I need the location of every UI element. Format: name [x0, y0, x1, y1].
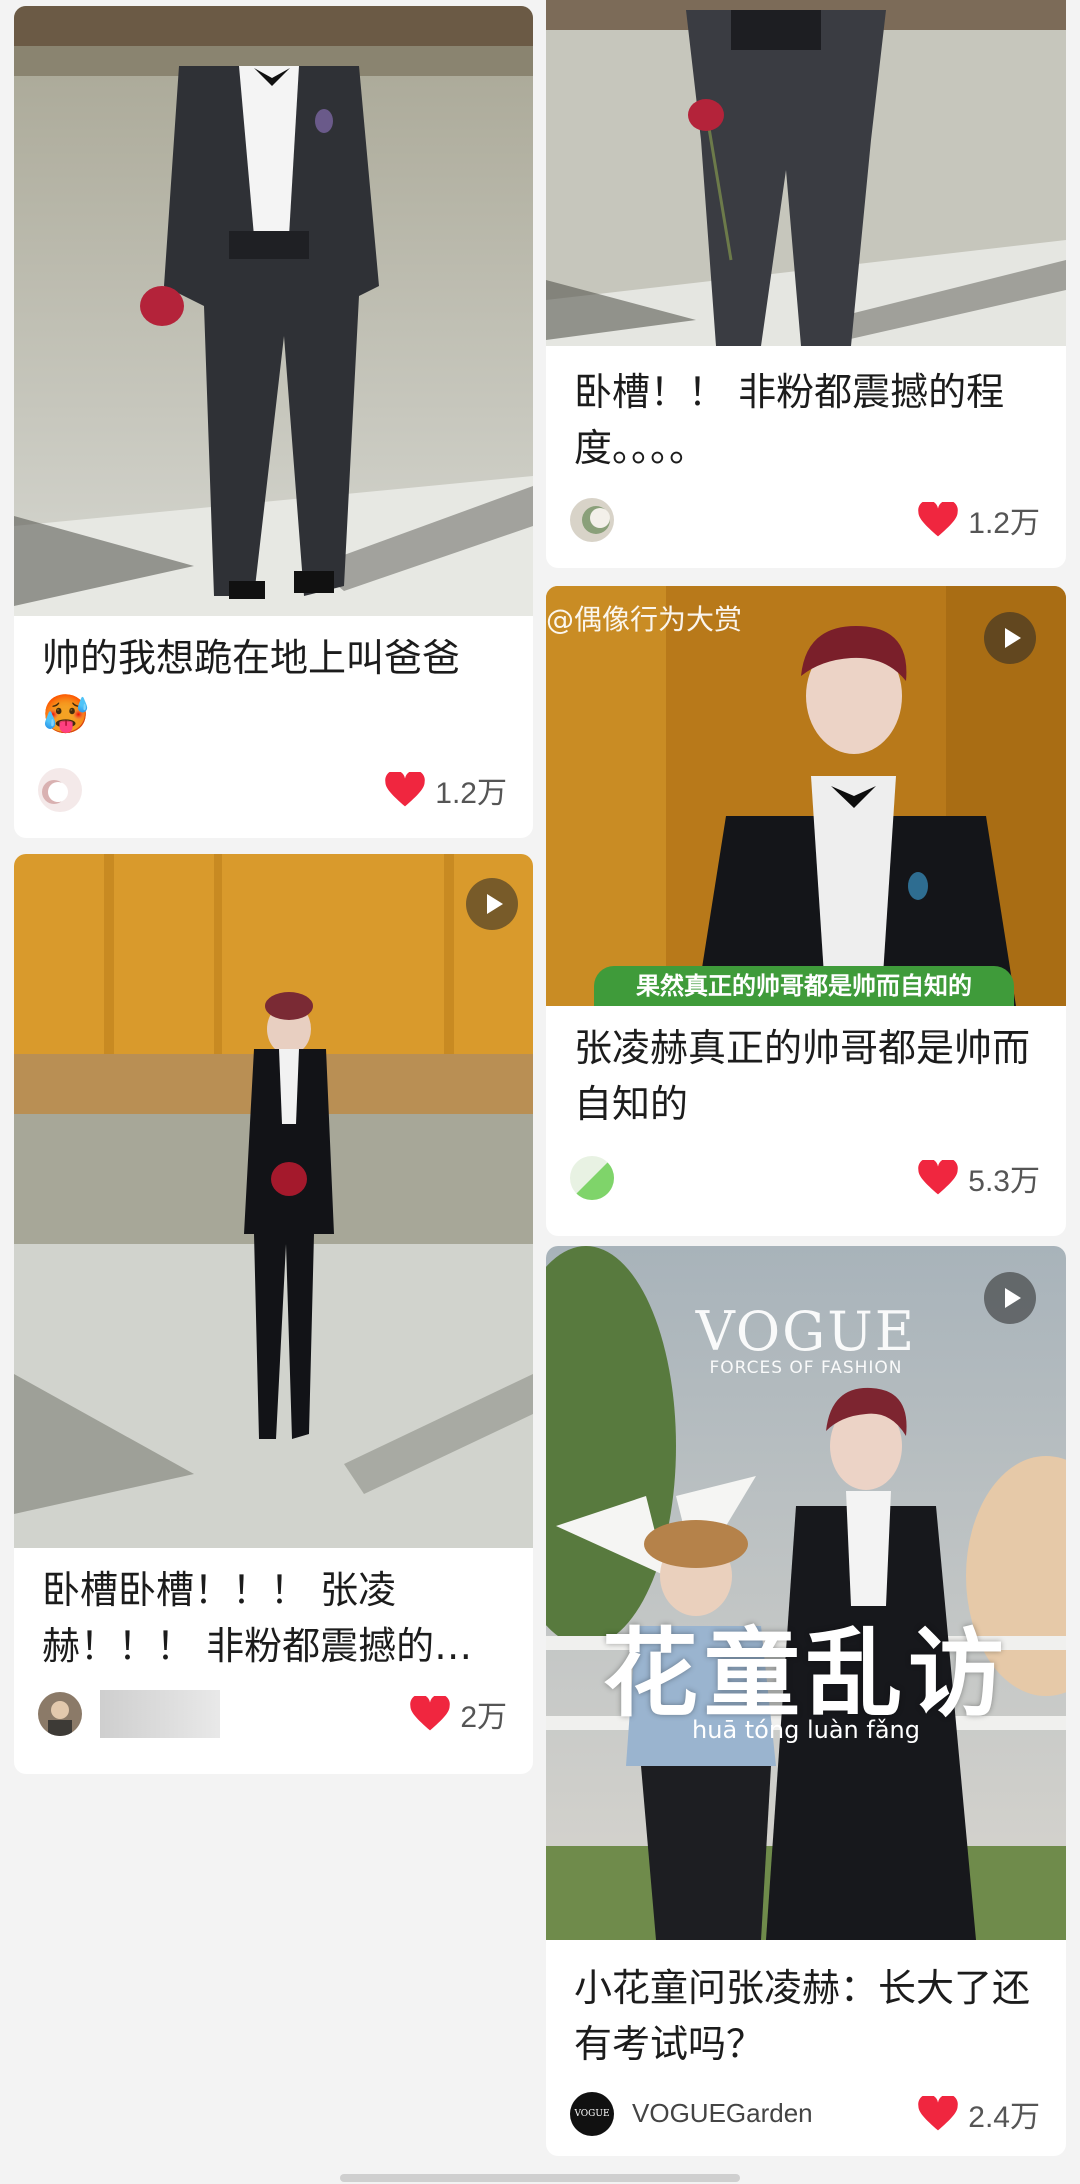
post-title-3: 卧槽！！ 非粉都震撼的程度。。。。 — [574, 370, 1005, 470]
post-meta-3: 1.2万 — [570, 494, 1040, 546]
video-caption: 果然真正的帅哥都是帅而自知的 — [594, 966, 1014, 1006]
like-count[interactable]: 1.2万 — [918, 500, 1040, 540]
heart-icon — [410, 1696, 451, 1731]
post-title-4: 张凌赫真正的帅哥都是帅而自知的 — [574, 1026, 1031, 1126]
post-title-1: 帅的我想跪在地上叫爸爸 🥵 — [42, 636, 461, 736]
play-icon[interactable] — [466, 878, 518, 930]
emoji: 🥵 — [42, 692, 90, 736]
post-meta-5: VOGUE VOGUEGarden 2.4万 — [570, 2088, 1040, 2140]
post-image-4[interactable]: @偶像行为大赏 果然真正的帅哥都是帅而自知的 — [546, 586, 1066, 1006]
heart-icon — [918, 2096, 959, 2131]
post-card-3[interactable]: 卧槽！！ 非粉都震撼的程度。。。。 1.2万 — [546, 0, 1066, 568]
post-card-4[interactable]: @偶像行为大赏 果然真正的帅哥都是帅而自知的 张凌赫真正的帅哥都是帅而自知的 5… — [546, 586, 1066, 1236]
post-meta-4: 5.3万 — [570, 1152, 1040, 1204]
author-avatar[interactable] — [570, 498, 614, 542]
author-avatar[interactable] — [38, 768, 82, 812]
vogue-logo-subtitle: FORCES OF FASHION — [709, 1358, 903, 1378]
author-name[interactable]: VOGUEGarden — [632, 2098, 813, 2129]
like-count[interactable]: 2万 — [410, 1694, 507, 1734]
post-image-3[interactable] — [546, 0, 1066, 346]
play-icon[interactable] — [984, 1272, 1036, 1324]
home-indicator[interactable] — [340, 2174, 740, 2182]
show-title-pinyin: huā tóng luàn fǎng — [692, 1716, 920, 1744]
like-count[interactable]: 2.4万 — [918, 2094, 1040, 2134]
post-title-5: 小花童问张凌赫：长大了还有考试吗？ — [574, 1966, 1031, 2066]
post-image-1[interactable] — [14, 6, 533, 616]
heart-icon — [918, 1160, 959, 1195]
show-title-overlay: 花童乱访 — [602, 1618, 1010, 1730]
author-avatar[interactable]: VOGUE — [570, 2092, 614, 2136]
watermark: @偶像行为大赏 — [546, 603, 743, 636]
like-count[interactable]: 1.2万 — [385, 770, 507, 810]
runway-photo — [14, 854, 533, 1548]
post-card-5[interactable]: VOGUE FORCES OF FASHION 花童乱访 huā tóng lu… — [546, 1246, 1066, 2156]
runway-photo — [546, 0, 1066, 346]
post-card-2[interactable]: 卧槽卧槽！！！ 张凌赫！！！ 非粉都震撼的程… 2万 — [14, 854, 533, 1774]
runway-photo — [14, 6, 533, 616]
author-avatar[interactable] — [38, 1692, 82, 1736]
post-card-1[interactable]: 帅的我想跪在地上叫爸爸 🥵 1.2万 — [14, 6, 533, 838]
heart-icon — [385, 772, 426, 807]
play-icon[interactable] — [984, 612, 1036, 664]
post-meta-1: 1.2万 — [38, 764, 507, 816]
author-name-blurred — [100, 1690, 220, 1738]
author-avatar[interactable] — [570, 1156, 614, 1200]
post-meta-2: 2万 — [38, 1688, 507, 1740]
post-title-2: 卧槽卧槽！！！ 张凌赫！！！ 非粉都震撼的程… — [42, 1568, 435, 1668]
post-image-5[interactable]: VOGUE FORCES OF FASHION 花童乱访 huā tóng lu… — [546, 1246, 1066, 1940]
like-count[interactable]: 5.3万 — [918, 1158, 1040, 1198]
post-image-2[interactable] — [14, 854, 533, 1548]
heart-icon — [918, 502, 959, 537]
